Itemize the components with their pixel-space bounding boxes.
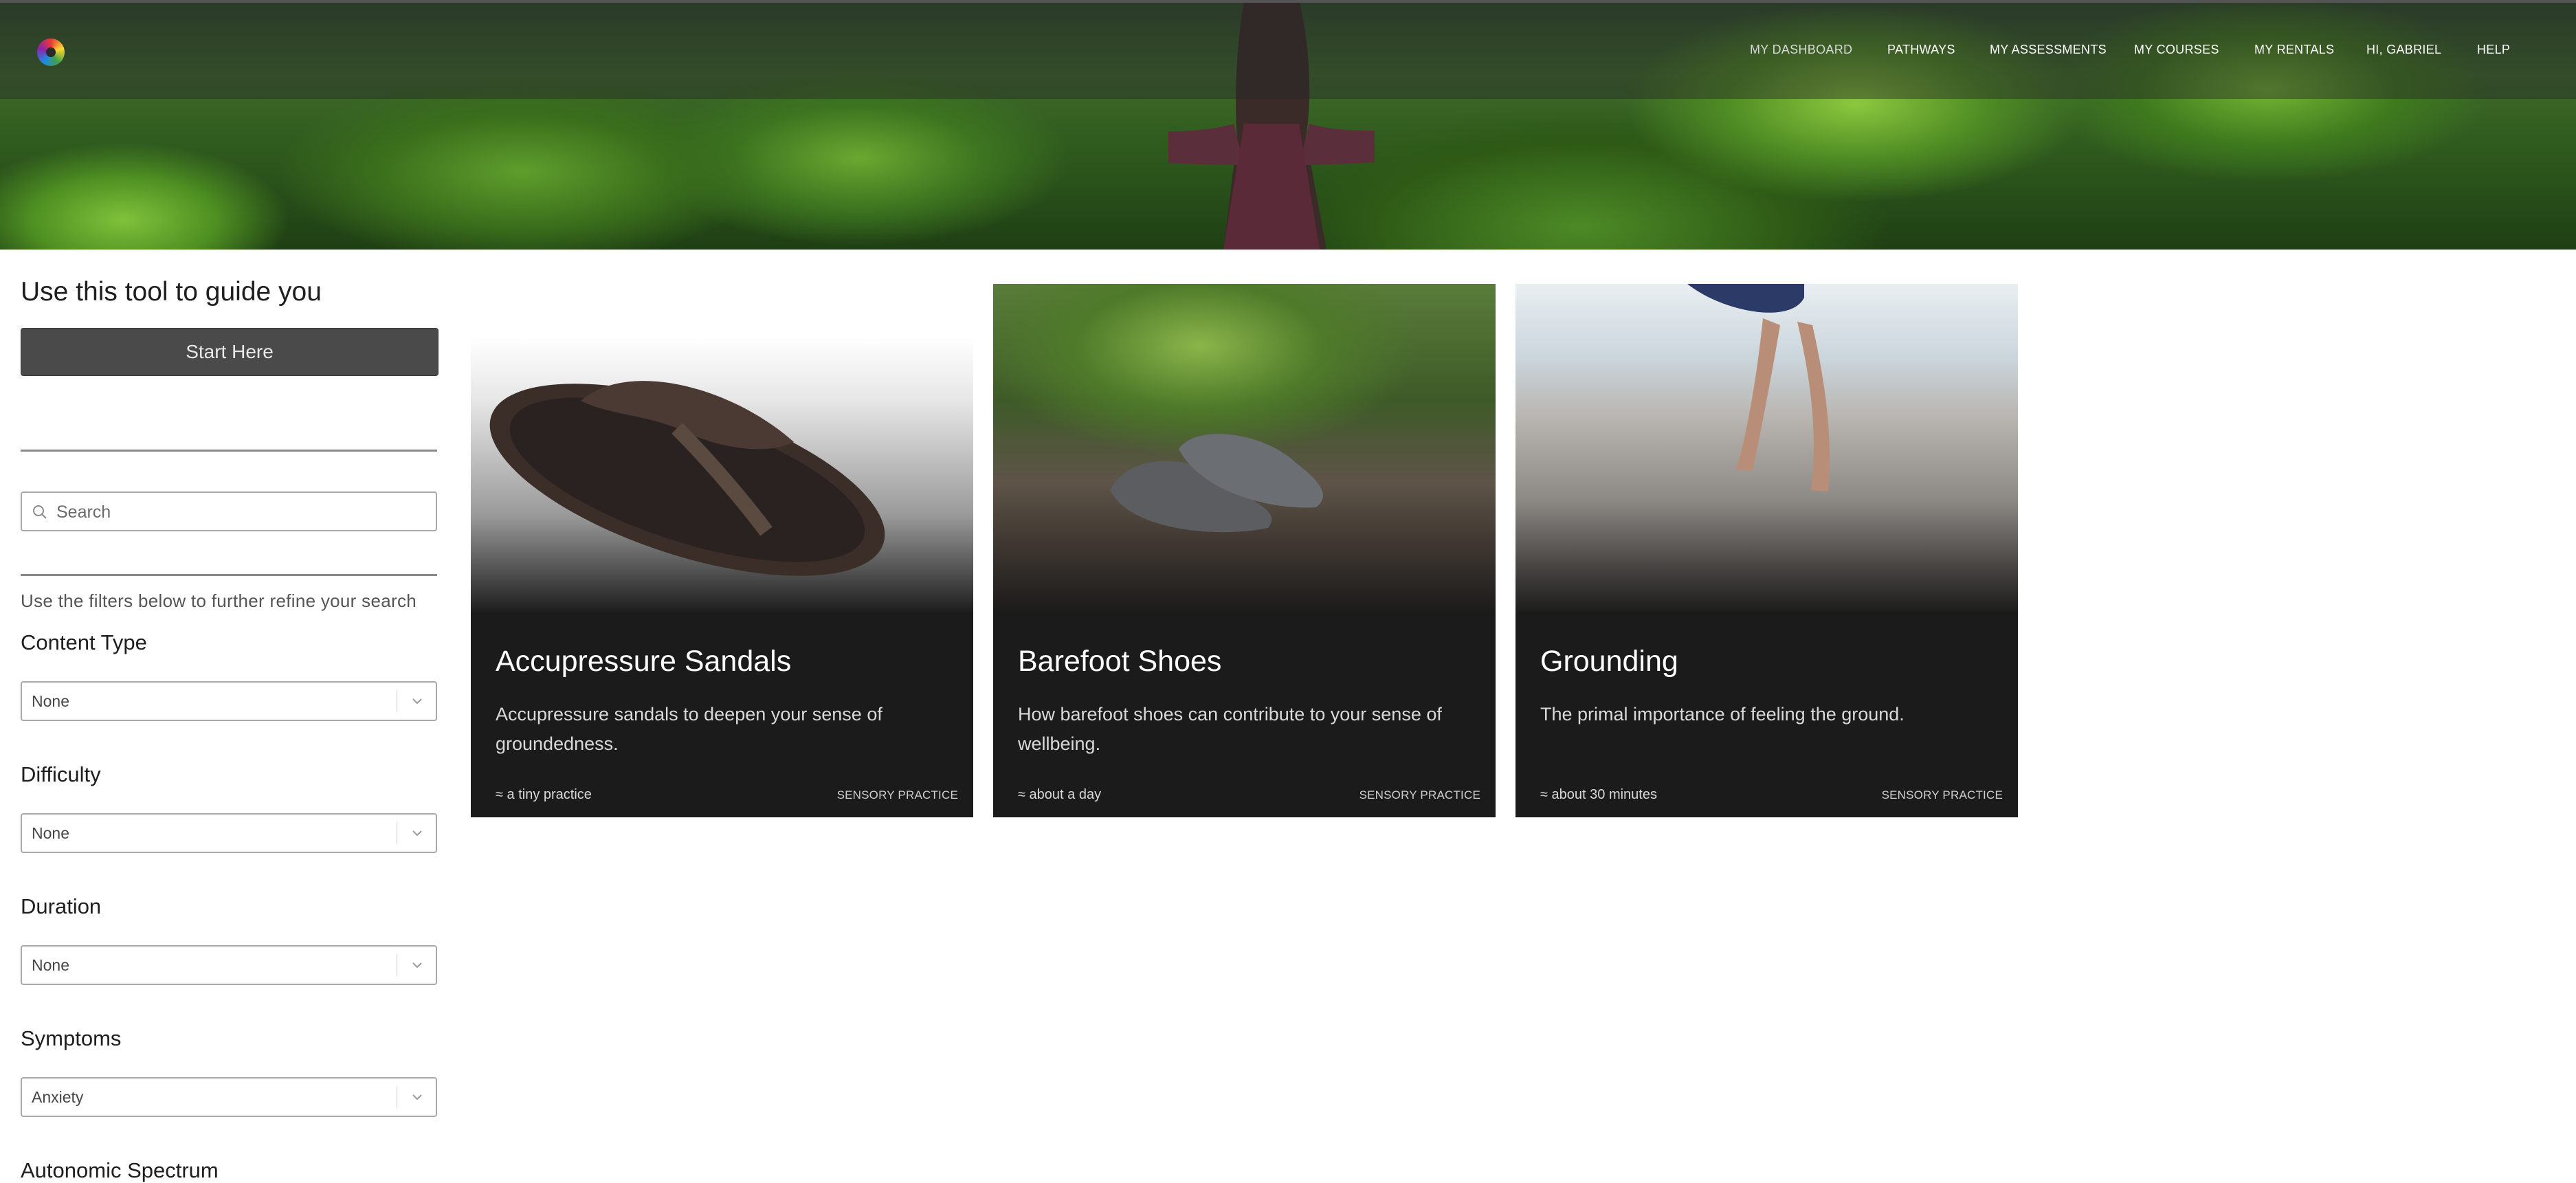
- nav-my-assessments[interactable]: MY ASSESSMENTS: [1990, 43, 2107, 57]
- content-card[interactable]: Accupressure Sandals Accupressure sandal…: [471, 284, 973, 817]
- filter-label-content-type: Content Type: [21, 630, 147, 654]
- chevron-down-icon: [412, 962, 422, 969]
- search-icon: [33, 505, 47, 519]
- chevron-down-icon: [412, 830, 422, 837]
- filters-hint: Use the filters below to further refine …: [21, 590, 417, 611]
- content-type-select[interactable]: None: [21, 681, 437, 721]
- select-value: Anxiety: [32, 1088, 84, 1106]
- nav-user-greeting[interactable]: HI, GABRIEL: [2366, 43, 2441, 57]
- shoe-image: [1110, 434, 1323, 533]
- guide-title: Use this tool to guide you: [21, 277, 322, 307]
- divider: [21, 574, 437, 576]
- card-description: Accupressure sandals to deepen your sens…: [496, 704, 882, 754]
- card-content-type: SENSORY PRACTICE: [1359, 788, 1480, 801]
- card-image: [993, 284, 1496, 614]
- card-title: Grounding: [1540, 645, 1678, 678]
- card-duration: ≈ about a day: [1018, 787, 1102, 802]
- top-navigation-bar: MY DASHBOARD PATHWAYS MY ASSESSMENTS MY …: [0, 0, 2576, 99]
- search-box[interactable]: [21, 491, 437, 531]
- start-here-button[interactable]: Start Here: [21, 328, 438, 376]
- hero-banner: MY DASHBOARD PATHWAYS MY ASSESSMENTS MY …: [0, 0, 2576, 250]
- chevron-down-icon: [412, 1094, 422, 1101]
- card-title: Barefoot Shoes: [1018, 645, 1222, 678]
- walking-feet-image: [1687, 284, 1830, 491]
- nav-menu: MY DASHBOARD PATHWAYS MY ASSESSMENTS MY …: [0, 43, 2576, 63]
- filter-label-duration: Duration: [21, 894, 102, 918]
- card-title: Accupressure Sandals: [496, 645, 792, 678]
- sandal-image: [489, 381, 885, 576]
- filter-label-symptoms: Symptoms: [21, 1026, 122, 1050]
- nav-pathways[interactable]: PATHWAYS: [1887, 43, 1955, 57]
- select-value: None: [32, 956, 69, 974]
- nav-help[interactable]: HELP: [2477, 43, 2510, 57]
- filter-sidebar: Use this tool to guide you Start Here Us…: [0, 250, 454, 1182]
- duration-select[interactable]: None: [21, 945, 437, 985]
- chevron-down-icon: [412, 698, 422, 705]
- card-duration: ≈ a tiny practice: [496, 787, 592, 802]
- nav-my-courses[interactable]: MY COURSES: [2134, 43, 2219, 57]
- card-duration: ≈ about 30 minutes: [1540, 787, 1657, 802]
- select-value: None: [32, 692, 69, 710]
- content-card[interactable]: Grounding The primal importance of feeli…: [1515, 284, 2018, 817]
- filter-label-autonomic-spectrum: Autonomic Spectrum: [21, 1158, 219, 1182]
- filter-label-difficulty: Difficulty: [21, 762, 101, 786]
- card-description: How barefoot shoes can contribute to you…: [1018, 704, 1442, 754]
- select-value: None: [32, 824, 69, 842]
- card-content-type: SENSORY PRACTICE: [1881, 788, 2003, 801]
- card-image: [1515, 284, 2018, 614]
- search-input[interactable]: [55, 493, 429, 531]
- card-content-type: SENSORY PRACTICE: [836, 788, 958, 801]
- card-image: [471, 284, 973, 614]
- nav-my-dashboard[interactable]: MY DASHBOARD: [1750, 43, 1852, 57]
- symptoms-select[interactable]: Anxiety: [21, 1077, 437, 1117]
- content-card[interactable]: Barefoot Shoes How barefoot shoes can co…: [993, 284, 1496, 817]
- divider: [21, 450, 437, 452]
- nav-my-rentals[interactable]: MY RENTALS: [2254, 43, 2334, 57]
- card-description: The primal importance of feeling the gro…: [1540, 704, 1905, 725]
- difficulty-select[interactable]: None: [21, 813, 437, 853]
